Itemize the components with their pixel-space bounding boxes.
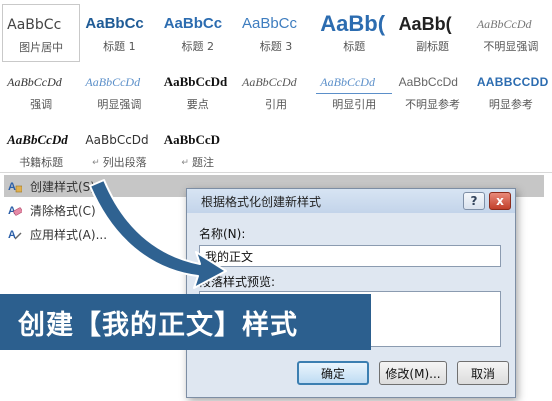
style-item[interactable]: AaBbCcDd 书籍标题 — [2, 120, 80, 178]
close-button[interactable]: x — [489, 192, 511, 210]
style-label: 标题 1 — [103, 40, 136, 53]
style-preview: AaBbCcDd — [241, 75, 297, 89]
style-preview: AaBbCcDd — [316, 70, 393, 94]
style-caption: 强调 — [30, 98, 52, 112]
style-item[interactable]: AaBbCcDd 不明显参考 — [393, 62, 471, 120]
paragraph-mark-icon: ↵ — [92, 158, 100, 168]
style-label: 不明显强调 — [483, 40, 539, 53]
style-label: 引用 — [264, 98, 287, 111]
style-item[interactable]: AaBbCc 标题 1 — [80, 4, 158, 62]
style-label: 列出段落 — [102, 156, 147, 169]
style-label: 标题 2 — [181, 40, 214, 53]
style-caption: 明显引用 — [332, 98, 376, 112]
style-item[interactable]: AaBbCcDd 不明显强调 — [472, 4, 550, 62]
style-preview: AaBbCcDd — [85, 133, 149, 147]
style-preview: AaBbCc — [7, 17, 62, 33]
style-label: 明显参考 — [488, 98, 533, 111]
ok-button[interactable]: 确定 — [297, 361, 369, 385]
style-label: 题注 — [191, 156, 214, 169]
style-label: 要点 — [186, 98, 209, 111]
style-caption: 标题 2 — [181, 40, 214, 54]
style-item[interactable]: AaBb( 标题 — [315, 4, 393, 62]
style-caption: 不明显强调 — [483, 40, 538, 54]
style-preview: AaBbCc — [241, 15, 298, 32]
eraser-icon: A — [8, 203, 23, 217]
caption-banner: 创建【我的正文】样式 — [0, 294, 371, 350]
style-label: 副标题 — [416, 40, 450, 53]
style-caption: 副标题 — [416, 40, 449, 54]
apply-styles-icon: A — [8, 227, 22, 241]
style-item[interactable]: AaBbCcD ↵ 题注 — [159, 120, 237, 178]
svg-text:A: A — [8, 229, 16, 241]
style-caption: ↵ 题注 — [181, 156, 214, 170]
style-preview: AaBbCc — [85, 15, 144, 32]
name-label: 名称(N): — [199, 227, 246, 241]
style-preview: AaBbCcDd — [476, 17, 532, 31]
preview-label: 段落样式预览: — [199, 275, 276, 289]
clear-format-label: 清除格式(C) — [30, 203, 96, 218]
close-icon: x — [496, 194, 504, 208]
style-caption: 明显参考 — [489, 98, 533, 112]
help-button[interactable]: ? — [463, 192, 485, 210]
create-style-icon: A — [8, 179, 23, 193]
style-preview: AABBCCDD — [476, 75, 549, 89]
style-caption: 不明显参考 — [405, 98, 460, 112]
style-preview: AaBbCcDd — [7, 75, 62, 89]
style-item[interactable]: AaBbCc 标题 2 — [159, 4, 237, 62]
style-caption: 图片居中 — [19, 41, 63, 55]
style-label: 图片居中 — [19, 41, 64, 54]
create-style-label: 创建样式(S) — [30, 179, 95, 194]
style-item[interactable]: AaBbCcDd 要点 — [159, 62, 237, 120]
style-preview: AaBbCcDd — [85, 75, 141, 89]
style-preview: AaBbCcDd — [398, 75, 458, 89]
style-caption: ↵ 列出段落 — [92, 156, 147, 170]
style-preview: AaBbCcD — [163, 132, 221, 147]
style-preview: AaBbCcDd — [163, 74, 228, 89]
style-caption: 引用 — [265, 98, 287, 112]
style-item[interactable]: AaBbCc 标题 3 — [237, 4, 315, 62]
caption-banner-text: 创建【我的正文】样式 — [18, 309, 298, 341]
paragraph-mark-icon: ↵ — [181, 158, 189, 168]
modify-button[interactable]: 修改(M)... — [379, 361, 447, 385]
style-preview: AaBb( — [320, 12, 386, 36]
style-label: 标题 3 — [259, 40, 293, 53]
styles-grid: AaBbCc 图片居中 AaBbCc 标题 1 AaBbCc 标题 2 AaBbCc 标题 3… — [2, 4, 550, 178]
style-name-input[interactable] — [199, 245, 501, 267]
style-caption: 明显强调 — [97, 98, 141, 112]
style-caption: 书籍标题 — [19, 156, 63, 170]
style-caption: 标题 3 — [260, 40, 293, 54]
style-label: 强调 — [30, 98, 53, 111]
styles-gallery: AaBbCc 图片居中 AaBbCc 标题 1 AaBbCc 标题 2 AaBbCc 标题 3… — [0, 0, 552, 172]
style-item[interactable]: AaBbCcDd 明显强调 — [80, 62, 158, 120]
style-label: 明显引用 — [332, 98, 377, 111]
style-caption: 要点 — [187, 98, 209, 112]
style-preview: AaBb( — [398, 14, 452, 34]
style-item[interactable]: AaBb( 副标题 — [393, 4, 471, 62]
dialog-title: 根据格式化创建新样式 — [201, 194, 322, 209]
style-item[interactable]: AaBbCcDd 明显引用 — [315, 62, 393, 120]
style-label: 明显强调 — [97, 98, 142, 111]
help-icon: ? — [470, 194, 478, 208]
style-caption: 标题 1 — [103, 40, 136, 54]
svg-text:A: A — [8, 181, 16, 193]
style-caption: 标题 — [343, 40, 365, 54]
style-preview: AaBbCcDd — [7, 132, 68, 147]
style-label: 标题 — [343, 40, 366, 53]
cancel-button[interactable]: 取消 — [457, 361, 509, 385]
style-item[interactable]: AaBbCcDd 引用 — [237, 62, 315, 120]
style-item[interactable]: AaBbCcDd ↵ 列出段落 — [80, 120, 158, 178]
create-style-dialog: 根据格式化创建新样式 ? x 名称(N): 段落样式预览: 确定 修改(M)..… — [186, 188, 516, 398]
style-label: 书籍标题 — [19, 156, 64, 169]
apply-styles-label: 应用样式(A)... — [30, 227, 108, 242]
dialog-title-bar: 根据格式化创建新样式 ? x — [187, 189, 515, 213]
style-preview: AaBbCc — [163, 15, 223, 32]
style-item[interactable]: AaBbCcDd 强调 — [2, 62, 80, 120]
style-item[interactable]: AaBbCc 图片居中 — [2, 4, 81, 62]
style-item[interactable]: AABBCCDD 明显参考 — [472, 62, 550, 120]
style-label: 不明显参考 — [405, 98, 461, 111]
